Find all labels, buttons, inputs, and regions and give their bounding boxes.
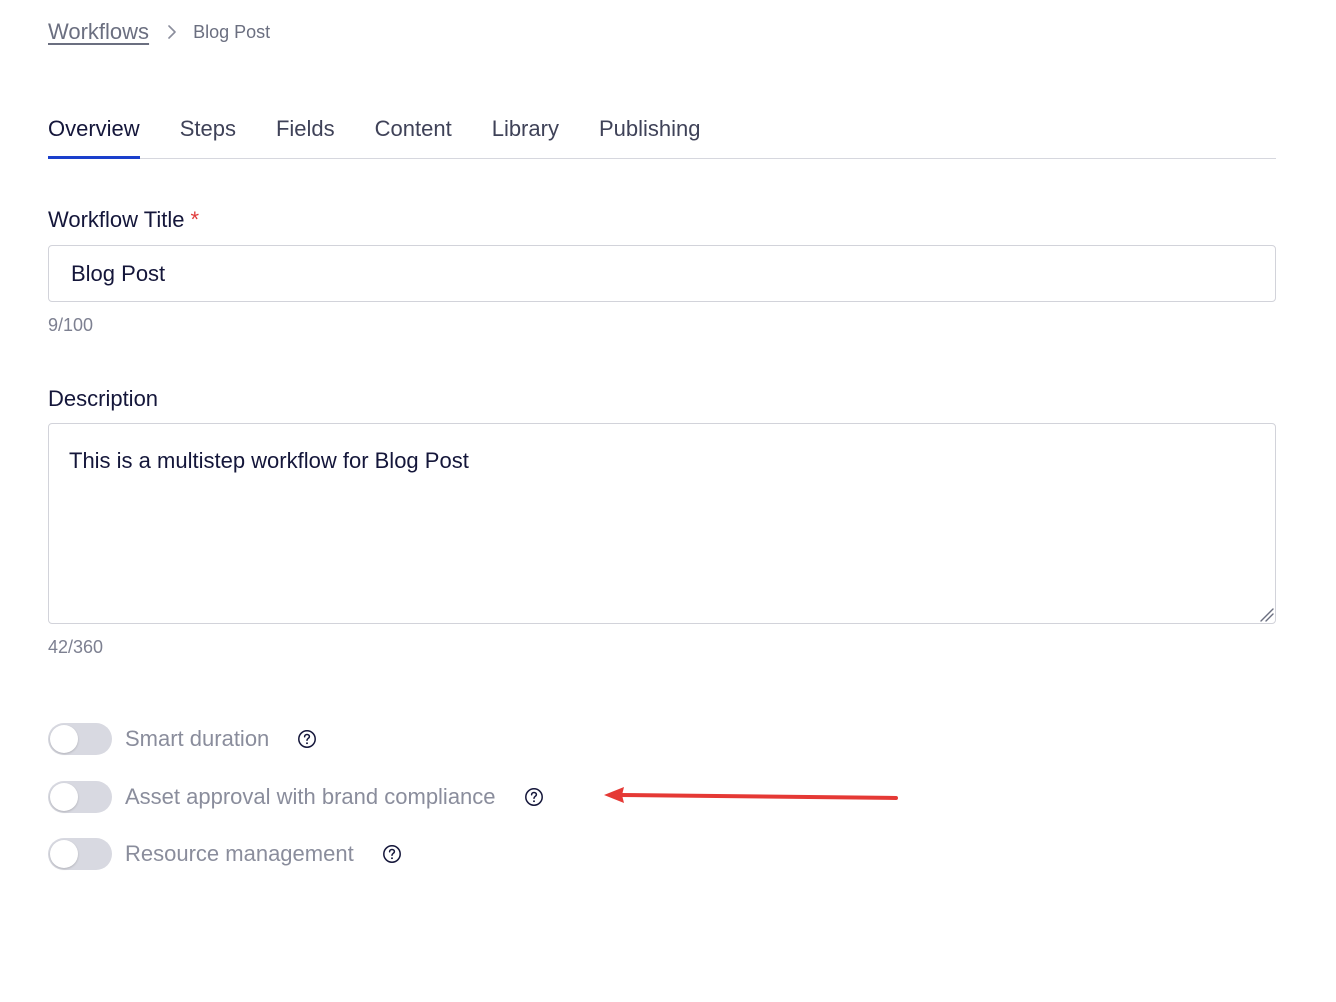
title-char-counter: 9/100 bbox=[48, 315, 94, 335]
description-char-counter: 42/360 bbox=[48, 637, 104, 657]
red-arrow-annotation bbox=[604, 787, 898, 803]
description-textarea[interactable]: This is a multistep workflow for Blog Po… bbox=[48, 423, 1276, 624]
smart-duration-row: Smart duration bbox=[48, 723, 317, 755]
workflow-title-label-text: Workflow Title bbox=[48, 207, 185, 232]
toggle-knob bbox=[50, 840, 78, 868]
description-label: Description bbox=[48, 386, 159, 411]
tab-content[interactable]: Content bbox=[375, 102, 452, 158]
resource-management-label: Resource management bbox=[125, 841, 354, 866]
resource-management-row: Resource management bbox=[48, 838, 402, 870]
smart-duration-toggle[interactable] bbox=[48, 723, 112, 755]
tab-library[interactable]: Library bbox=[492, 102, 559, 158]
smart-duration-label: Smart duration bbox=[125, 726, 270, 751]
tab-publishing[interactable]: Publishing bbox=[599, 102, 701, 158]
tab-bar: Overview Steps Fields Content Library Pu… bbox=[48, 102, 1276, 159]
asset-approval-row: Asset approval with brand compliance bbox=[48, 781, 544, 813]
toggle-knob bbox=[50, 725, 78, 753]
asset-approval-label: Asset approval with brand compliance bbox=[125, 784, 496, 809]
question-circle-icon[interactable] bbox=[297, 729, 317, 749]
breadcrumb-current: Blog Post bbox=[193, 21, 271, 42]
breadcrumb-workflows-link[interactable]: Workflows bbox=[48, 19, 149, 45]
workflow-overview-page: Workflows Blog Post Overview Steps Field… bbox=[0, 0, 1336, 1002]
question-circle-icon[interactable] bbox=[382, 844, 402, 864]
breadcrumb: Workflows Blog Post bbox=[48, 16, 270, 48]
tab-fields[interactable]: Fields bbox=[276, 102, 335, 158]
required-asterisk: * bbox=[190, 207, 200, 232]
asset-approval-toggle[interactable] bbox=[48, 781, 112, 813]
question-circle-icon[interactable] bbox=[524, 787, 544, 807]
chevron-right-icon bbox=[168, 25, 176, 39]
resource-management-toggle[interactable] bbox=[48, 838, 112, 870]
toggle-knob bbox=[50, 783, 78, 811]
tab-overview[interactable]: Overview bbox=[48, 102, 140, 159]
workflow-title-label: Workflow Title * bbox=[48, 207, 199, 233]
workflow-title-input[interactable] bbox=[48, 245, 1276, 302]
resize-handle-icon[interactable] bbox=[1258, 606, 1274, 622]
tab-steps[interactable]: Steps bbox=[180, 102, 236, 158]
